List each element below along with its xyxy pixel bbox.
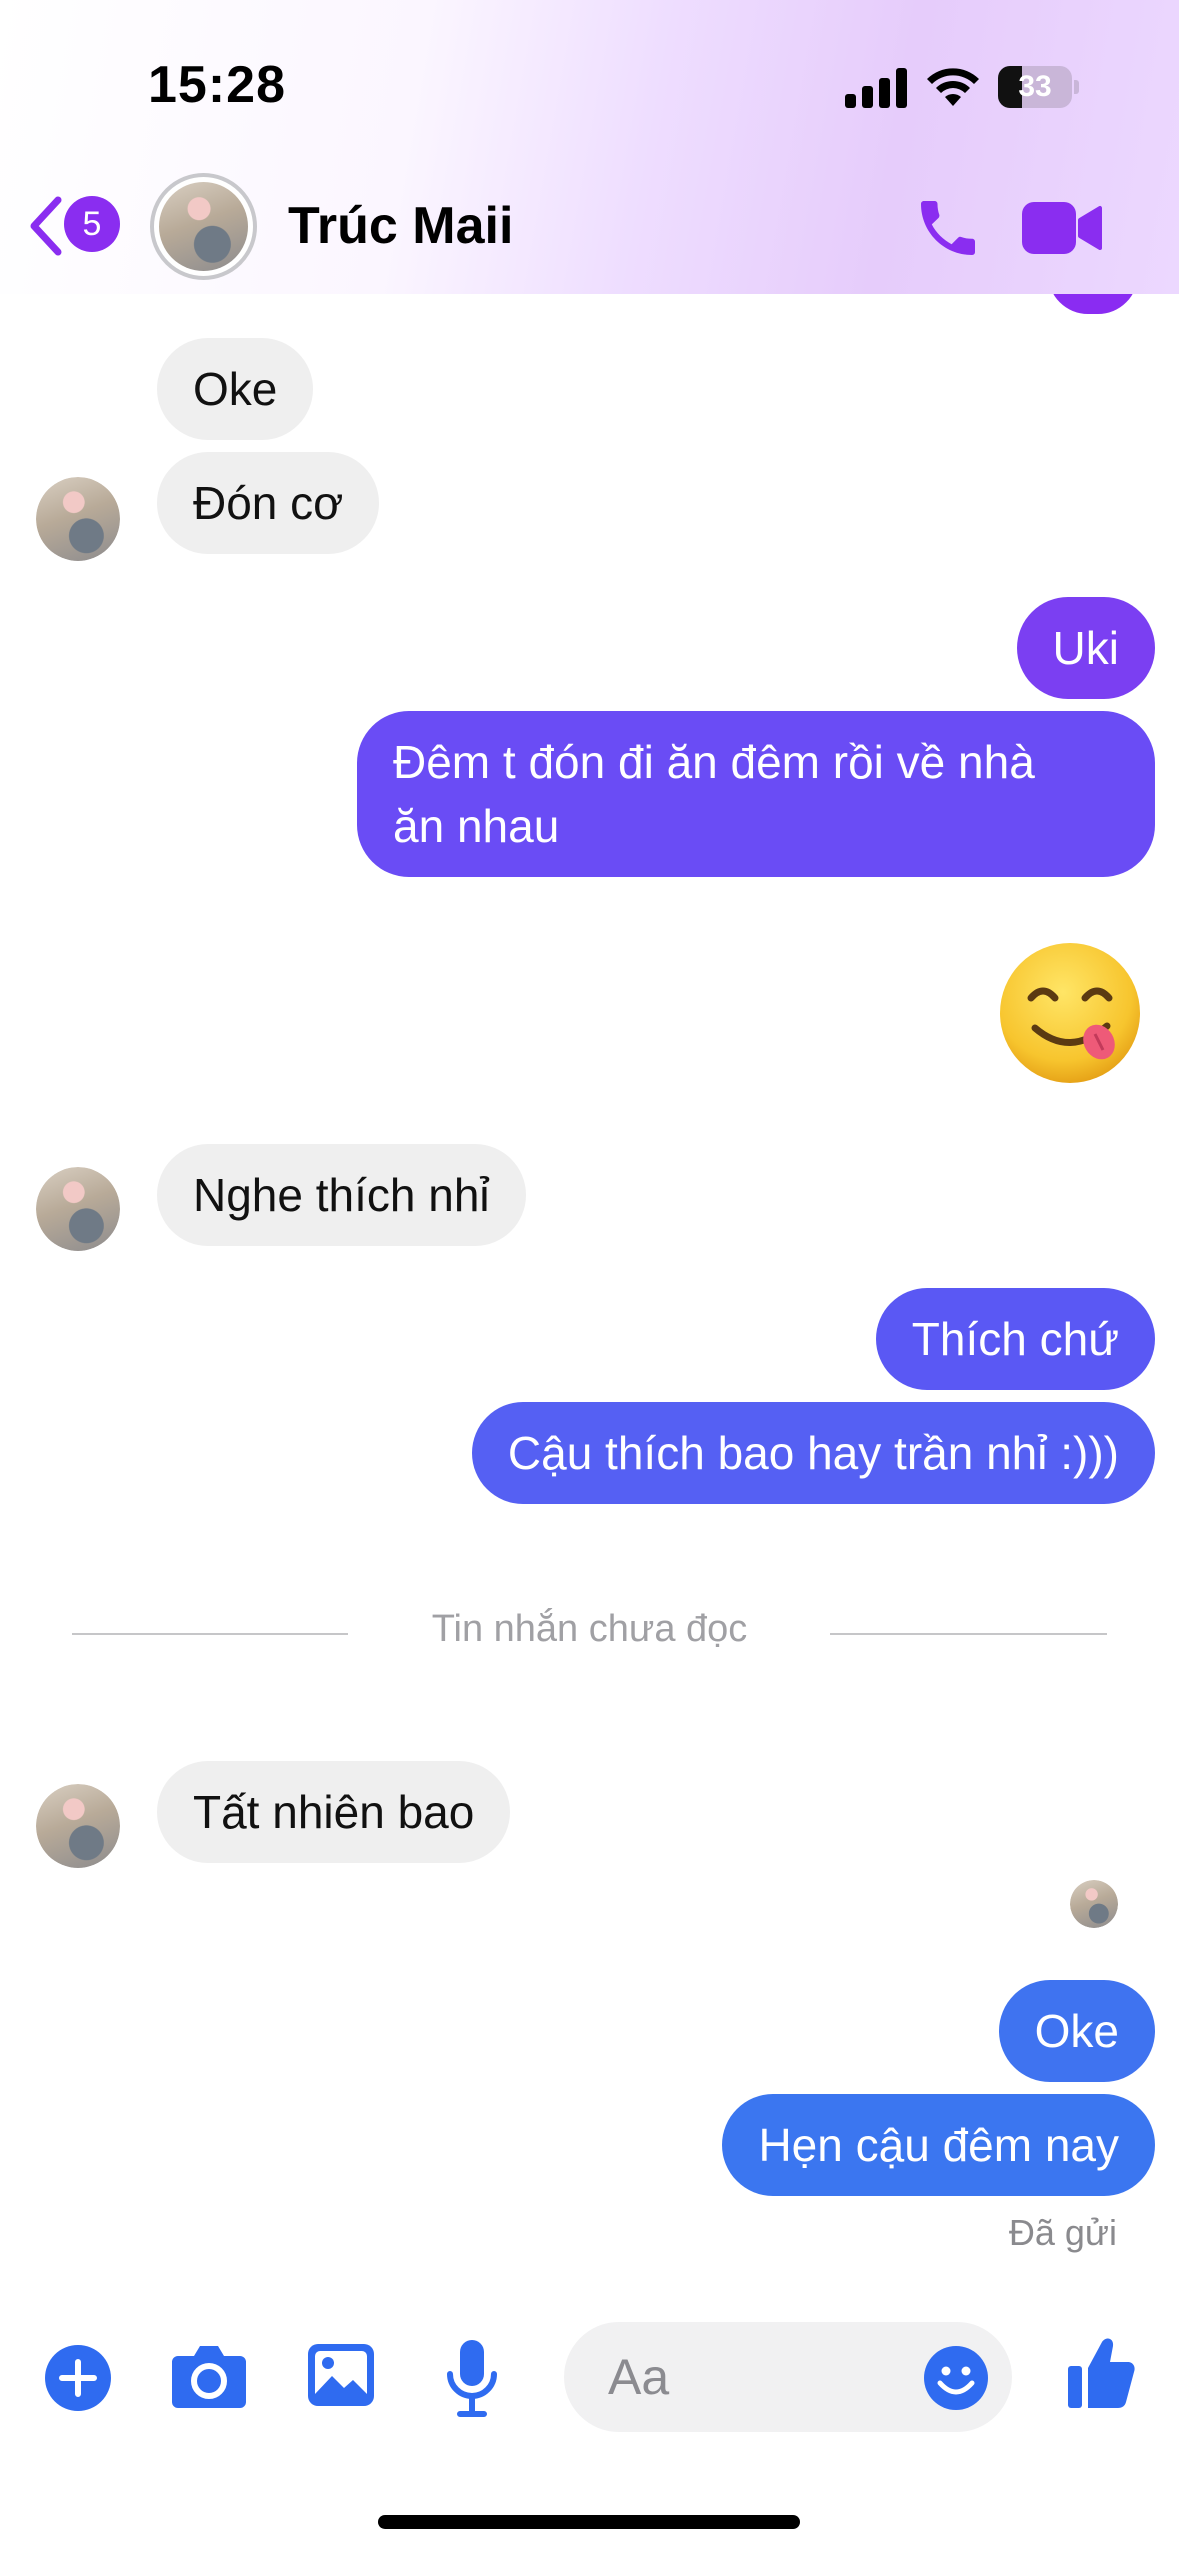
phone-icon[interactable]: [912, 192, 984, 264]
sent-status: Đã gửi: [1008, 2212, 1117, 2253]
contact-name[interactable]: Trúc Maii: [288, 196, 513, 256]
camera-icon[interactable]: [170, 2342, 248, 2410]
message-list[interactable]: Oke Đón cơ Uki Đêm t đón đi ăn đêm rồi v…: [0, 274, 1179, 2304]
face-savoring-food-emoji[interactable]: [995, 938, 1145, 1088]
sender-avatar[interactable]: [36, 477, 120, 561]
unread-divider-label: Tin nhắn chưa đọc: [431, 1608, 748, 1650]
back-chevron-icon: [30, 196, 62, 256]
incoming-message[interactable]: Đón cơ: [157, 452, 380, 554]
emoji-icon[interactable]: [923, 2345, 989, 2411]
outgoing-message[interactable]: Thích chứ: [875, 1288, 1155, 1390]
message-composer: [0, 2300, 1179, 2460]
outgoing-message[interactable]: Oke: [998, 1980, 1155, 2082]
cellular-signal-icon: [845, 68, 907, 108]
outgoing-message[interactable]: Hẹn cậu đêm nay: [722, 2094, 1155, 2196]
incoming-message[interactable]: Oke: [157, 338, 314, 440]
home-indicator[interactable]: [378, 2515, 800, 2529]
image-icon[interactable]: [306, 2342, 376, 2408]
contact-avatar[interactable]: [150, 173, 257, 280]
outgoing-message[interactable]: Đêm t đón đi ăn đêm rồi về nhà ăn nhau: [357, 711, 1155, 877]
read-receipt-avatar: [1070, 1880, 1118, 1928]
battery-level: 33: [1018, 70, 1052, 103]
microphone-icon[interactable]: [444, 2338, 500, 2418]
outgoing-message[interactable]: Uki: [1016, 597, 1155, 699]
plus-icon[interactable]: [44, 2344, 112, 2412]
sender-avatar[interactable]: [36, 1167, 120, 1251]
status-time: 15:28: [148, 56, 286, 114]
wifi-icon: [927, 68, 979, 106]
divider-line: [830, 1633, 1107, 1635]
incoming-message[interactable]: Nghe thích nhỉ: [157, 1144, 526, 1246]
unread-count-badge: 5: [64, 196, 120, 252]
thumbs-up-icon[interactable]: [1066, 2336, 1136, 2410]
sender-avatar[interactable]: [36, 1784, 120, 1868]
incoming-message[interactable]: Tất nhiên bao: [157, 1761, 511, 1863]
video-camera-icon[interactable]: [1020, 198, 1102, 258]
conversation-header: 15:28 33 5 Trúc Maii: [0, 0, 1179, 294]
outgoing-message[interactable]: Cậu thích bao hay trần nhỉ :))): [471, 1402, 1155, 1504]
battery-icon: 33: [998, 66, 1079, 108]
